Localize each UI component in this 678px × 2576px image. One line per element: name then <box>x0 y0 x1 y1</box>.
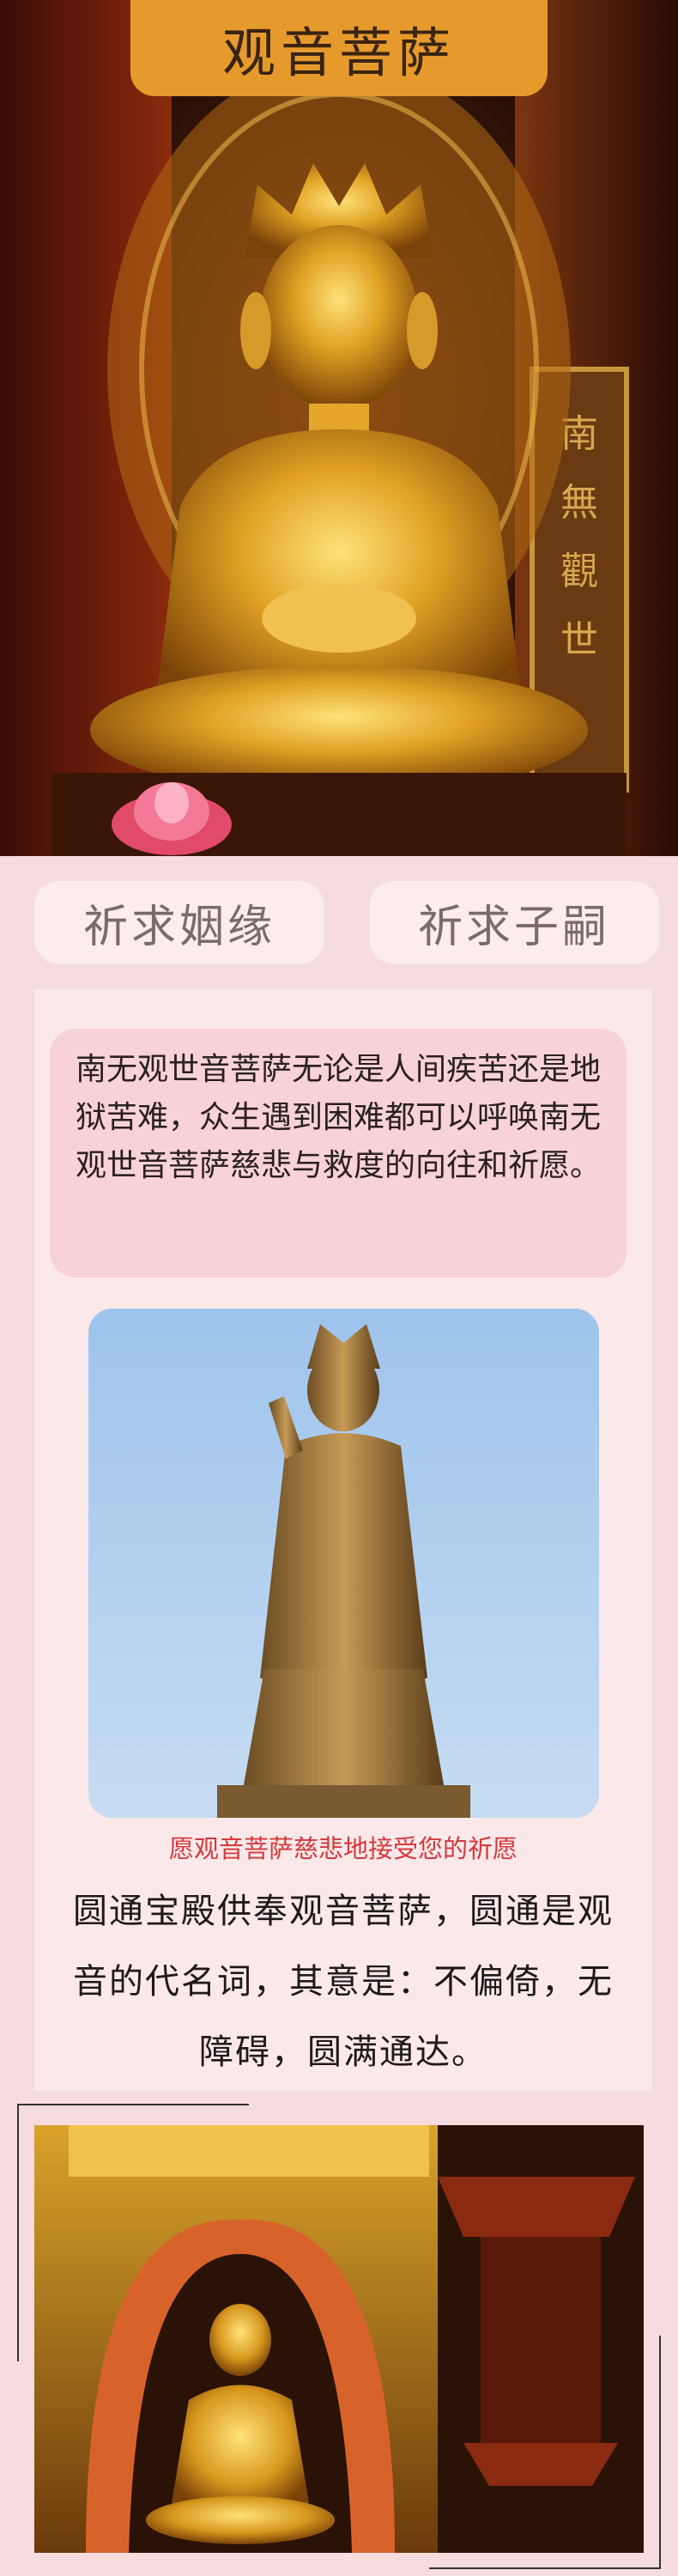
svg-text:無: 無 <box>560 481 598 525</box>
page-title-text: 观音菩萨 <box>221 21 456 84</box>
svg-text:世: 世 <box>560 618 598 662</box>
standing-statue-image <box>88 1309 599 1818</box>
frame-right-line <box>659 2336 661 2567</box>
description-text: 圆通宝殿供奉观音菩萨，圆通是观音的代名词，其意是：不偏倚，无障碍，圆满通达。 <box>73 1892 614 2072</box>
intro-card: 南无观世音菩萨无论是人间疾苦还是地狱苦难，众生遇到困难都可以呼唤南无观世音菩萨慈… <box>50 1029 627 1278</box>
frame-bottom-line <box>429 2567 661 2569</box>
frame-left-line <box>17 2104 19 2361</box>
standing-statue-photo <box>88 1309 599 1818</box>
tab-marriage[interactable]: 祈求姻缘 <box>34 881 324 964</box>
hero-banner: 南 無 觀 世 观音菩萨 <box>0 0 678 856</box>
hero-statue-image: 南 無 觀 世 <box>0 0 678 856</box>
svg-text:觀: 觀 <box>560 550 598 593</box>
page-title: 观音菩萨 <box>130 0 548 96</box>
intro-text: 南无观世音菩萨无论是人间疾苦还是地狱苦难，众生遇到困难都可以呼唤南无观世音菩萨慈… <box>75 1052 601 1183</box>
tab-children[interactable]: 祈求子嗣 <box>369 881 659 964</box>
photo-caption: 愿观音菩萨慈悲地接受您的祈愿 <box>168 1834 518 1863</box>
shrine-photo <box>34 2125 644 2553</box>
frame-top-line <box>17 2104 249 2105</box>
shrine-image <box>34 2125 644 2553</box>
